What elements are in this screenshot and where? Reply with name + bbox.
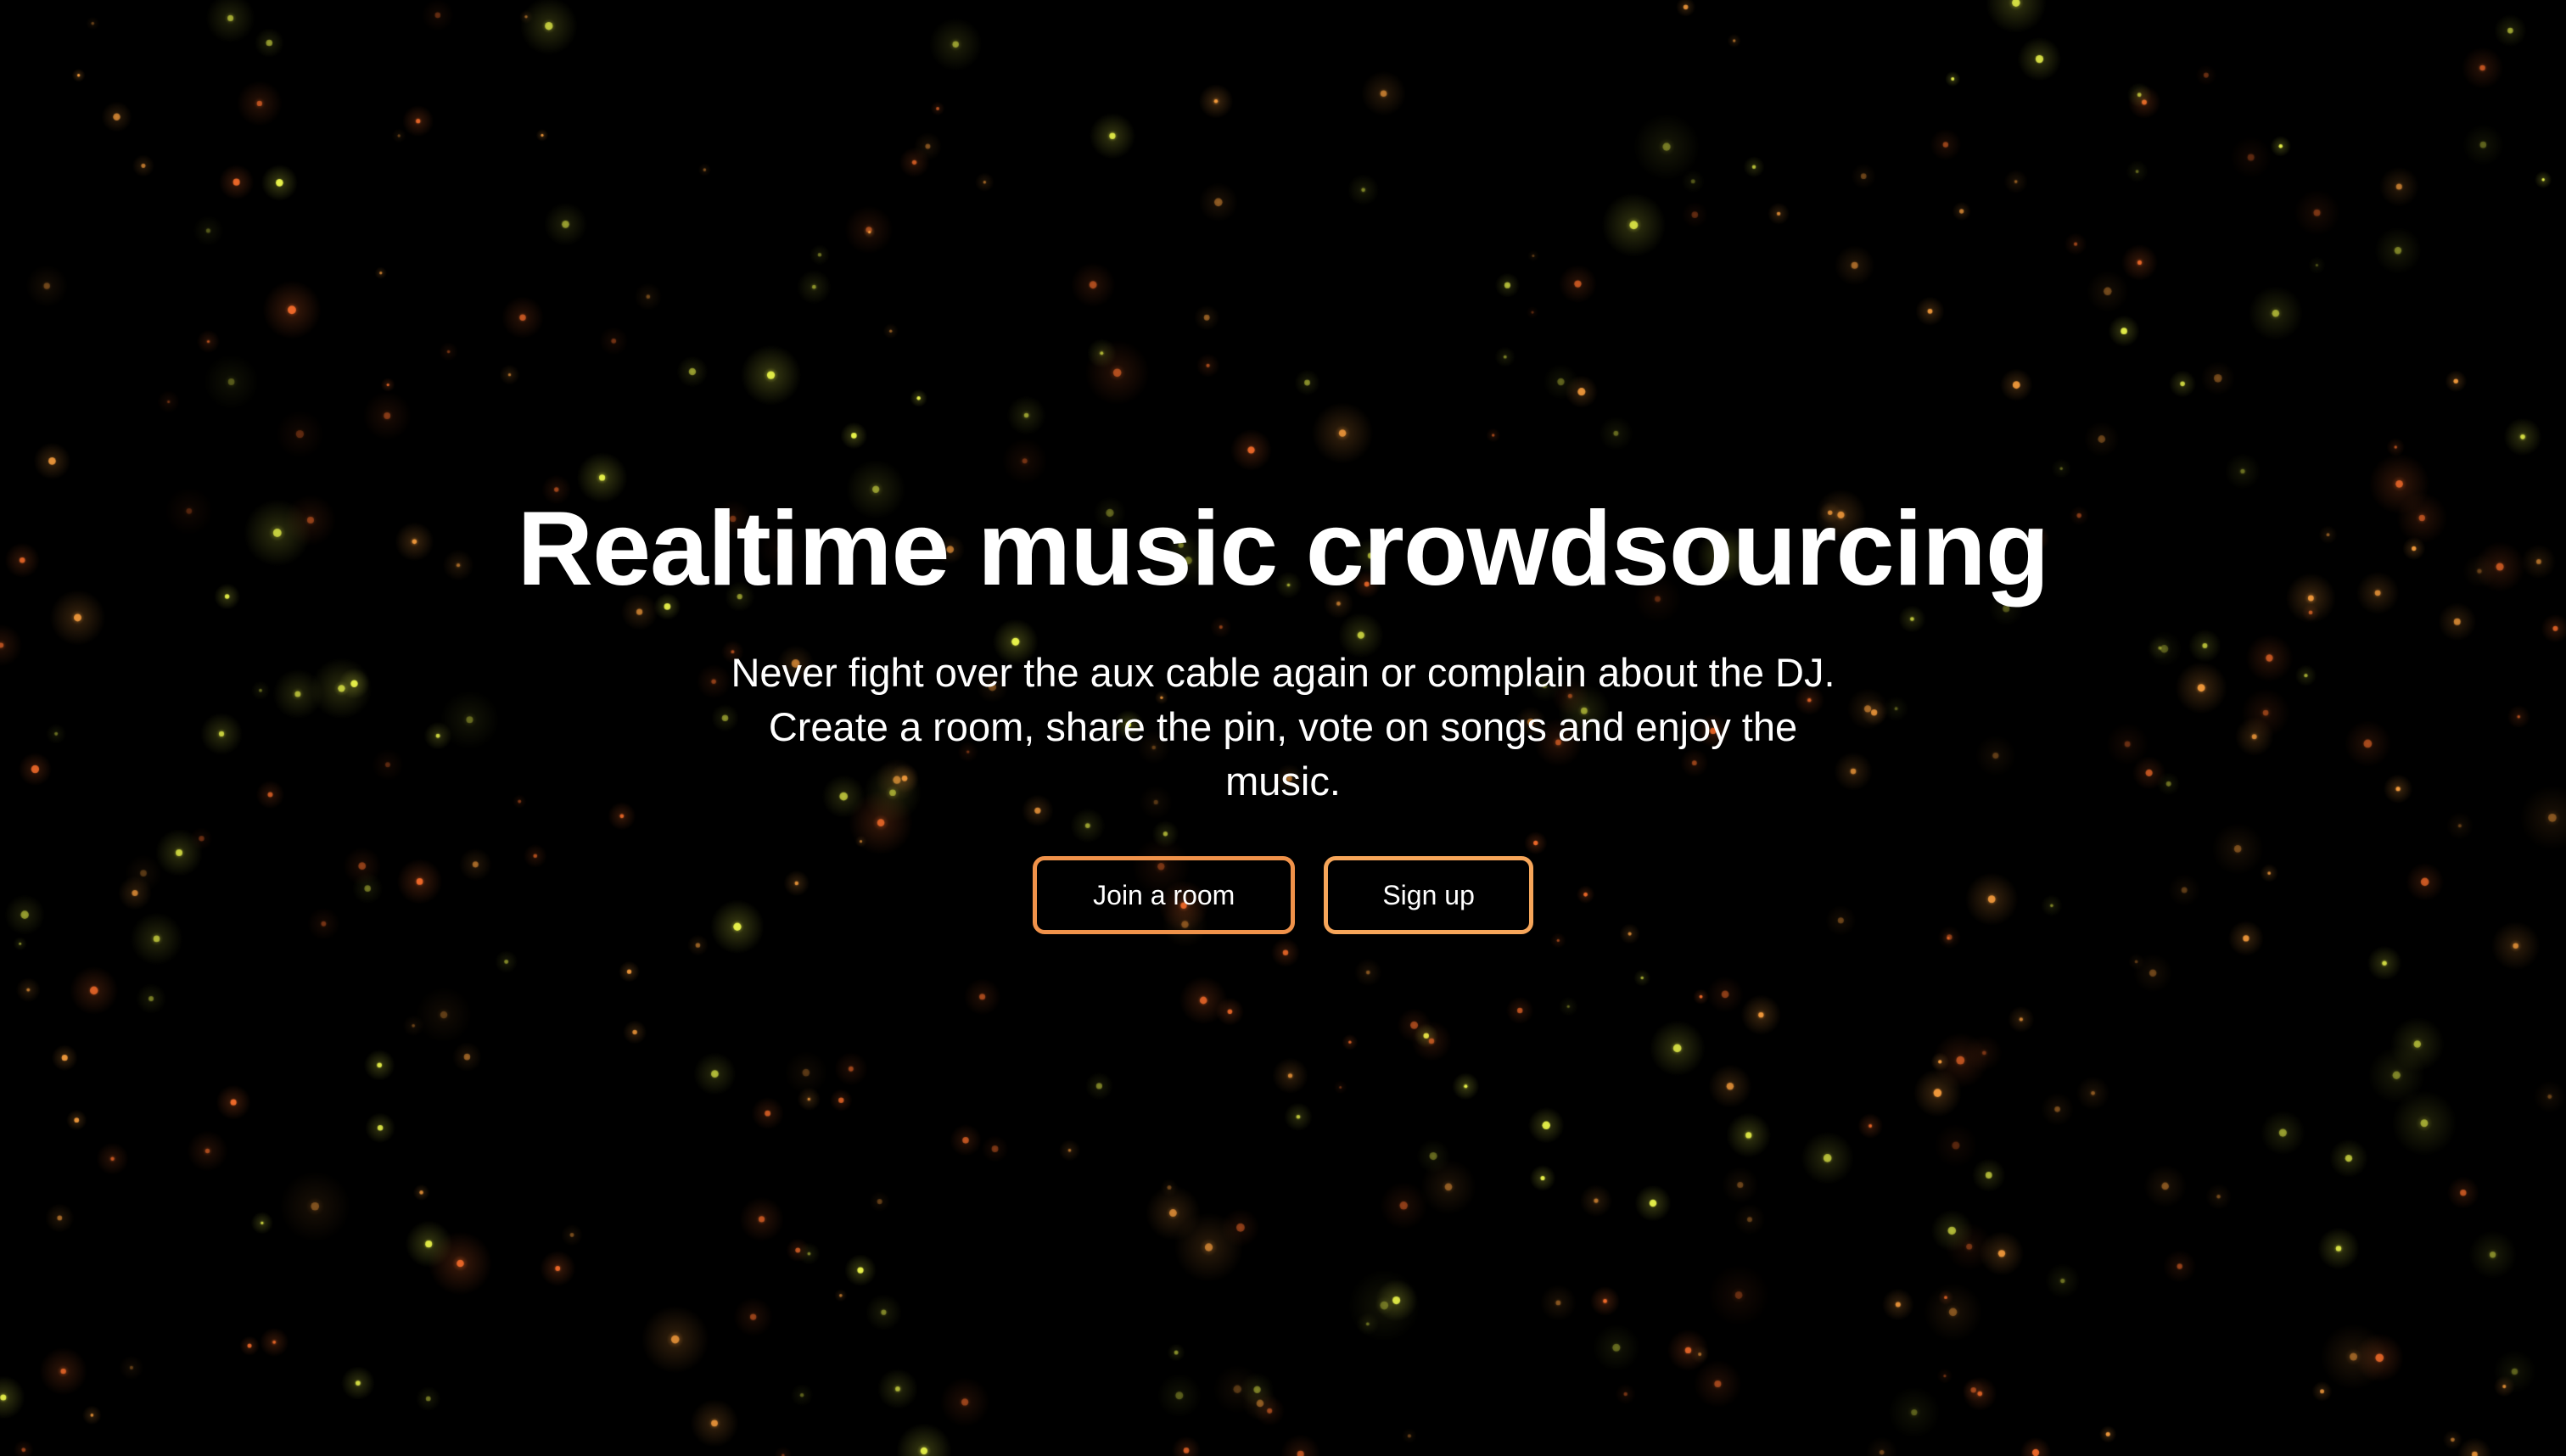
page-title: Realtime music crowdsourcing [517,490,2050,608]
hero-subtitle: Never fight over the aux cable again or … [731,650,1835,804]
sign-up-button[interactable]: Sign up [1324,856,1533,935]
join-room-button[interactable]: Join a room [1033,856,1296,935]
cta-button-group: Join a room Sign up [1033,856,1533,935]
hero-section: Realtime music crowdsourcing Never fight… [0,0,2566,1456]
